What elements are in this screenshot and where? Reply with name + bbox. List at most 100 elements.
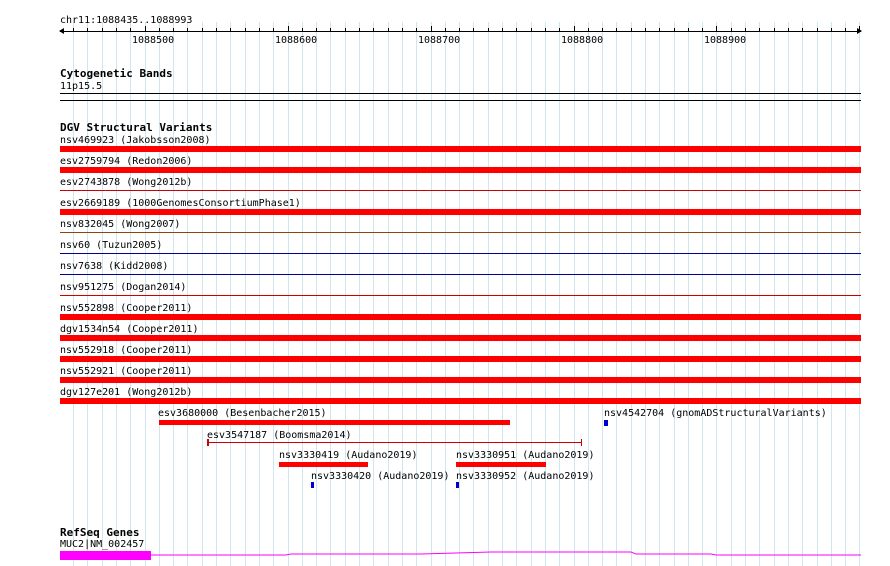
ruler-minor-tick bbox=[545, 28, 546, 32]
ruler-tick-label: 1088700 bbox=[418, 35, 461, 46]
grid-line bbox=[73, 22, 74, 566]
dgv-item-label: nsv3330952 (Audano2019) bbox=[456, 471, 595, 482]
ruler-minor-tick bbox=[259, 28, 260, 32]
grid-line bbox=[230, 22, 231, 566]
dgv-item-bar[interactable] bbox=[311, 482, 314, 488]
ruler-major-tick bbox=[288, 26, 289, 32]
dgv-item-label: nsv7638 (Kidd2008) bbox=[60, 261, 169, 272]
ruler-minor-tick bbox=[802, 28, 803, 32]
grid-line bbox=[145, 22, 146, 566]
dgv-item-label: nsv3330420 (Audano2019) bbox=[311, 471, 450, 482]
dgv-item-span-start-tick bbox=[207, 439, 209, 446]
dgv-item-bar[interactable] bbox=[60, 209, 861, 215]
dgv-track-title: DGV Structural Variants bbox=[60, 121, 213, 134]
grid-line bbox=[845, 22, 846, 566]
ruler-minor-tick bbox=[817, 28, 818, 32]
refseq-gene-label: MUC2|NM_002457 bbox=[60, 539, 145, 550]
ruler-minor-tick bbox=[788, 28, 789, 32]
cytoband-track-title: Cytogenetic Bands bbox=[60, 67, 173, 80]
ruler-major-tick bbox=[859, 26, 860, 32]
ruler-minor-tick bbox=[473, 28, 474, 32]
grid-line bbox=[288, 22, 289, 566]
dgv-item-bar[interactable] bbox=[60, 167, 861, 173]
dgv-item-span-end-tick bbox=[581, 439, 582, 446]
grid-line bbox=[688, 22, 689, 566]
ruler-minor-tick bbox=[616, 28, 617, 32]
dgv-item-label: nsv4542704 (gnomADStructuralVariants) bbox=[604, 408, 827, 419]
dgv-item-bar[interactable] bbox=[279, 462, 368, 467]
ruler-minor-tick bbox=[230, 28, 231, 32]
grid-line bbox=[473, 22, 474, 566]
grid-line bbox=[373, 22, 374, 566]
ruler-minor-tick bbox=[588, 28, 589, 32]
ruler-minor-tick bbox=[388, 28, 389, 32]
dgv-item-bar[interactable] bbox=[60, 295, 861, 296]
ruler-minor-tick bbox=[87, 28, 88, 32]
ruler-minor-tick bbox=[702, 28, 703, 32]
grid-line bbox=[388, 22, 389, 566]
dgv-item-bar[interactable] bbox=[60, 274, 861, 275]
dgv-item-bar[interactable] bbox=[60, 335, 861, 341]
grid-line bbox=[631, 22, 632, 566]
grid-line bbox=[330, 22, 331, 566]
dgv-item-bar[interactable] bbox=[60, 314, 861, 320]
dgv-item-bar[interactable] bbox=[604, 420, 608, 426]
grid-line bbox=[659, 22, 660, 566]
ruler-minor-tick bbox=[445, 28, 446, 32]
ruler-minor-tick bbox=[316, 28, 317, 32]
grid-line bbox=[216, 22, 217, 566]
refseq-gene-intron-line[interactable] bbox=[151, 548, 862, 560]
ruler-minor-tick bbox=[602, 28, 603, 32]
dgv-item-label: nsv951275 (Dogan2014) bbox=[60, 282, 187, 293]
dgv-item-label: nsv469923 (Jakobsson2008) bbox=[60, 135, 211, 146]
dgv-item-bar[interactable] bbox=[456, 462, 546, 467]
dgv-item-bar[interactable] bbox=[60, 356, 861, 362]
grid-line bbox=[574, 22, 575, 566]
dgv-item-bar[interactable] bbox=[60, 253, 861, 254]
cytoband-bar[interactable] bbox=[60, 93, 861, 94]
grid-line bbox=[259, 22, 260, 566]
grid-line bbox=[616, 22, 617, 566]
ruler-minor-tick bbox=[330, 28, 331, 32]
ruler-minor-tick bbox=[373, 28, 374, 32]
ruler-minor-tick bbox=[559, 28, 560, 32]
ruler-minor-tick bbox=[73, 28, 74, 32]
grid-line bbox=[245, 22, 246, 566]
grid-line bbox=[402, 22, 403, 566]
grid-line bbox=[316, 22, 317, 566]
grid-line bbox=[788, 22, 789, 566]
ruler-minor-tick bbox=[359, 28, 360, 32]
grid-line bbox=[559, 22, 560, 566]
dgv-item-span-line[interactable] bbox=[208, 442, 582, 443]
refseq-track-title: RefSeq Genes bbox=[60, 526, 140, 539]
dgv-item-bar[interactable] bbox=[159, 420, 510, 425]
ruler-minor-tick bbox=[116, 28, 117, 32]
ruler-major-tick bbox=[574, 26, 575, 32]
ruler-minor-tick bbox=[731, 28, 732, 32]
grid-line bbox=[202, 22, 203, 566]
grid-line bbox=[187, 22, 188, 566]
ruler-minor-tick bbox=[759, 28, 760, 32]
grid-line bbox=[831, 22, 832, 566]
refseq-gene-exon[interactable] bbox=[60, 551, 151, 560]
grid-line bbox=[488, 22, 489, 566]
ruler-major-tick bbox=[716, 26, 717, 32]
grid-line bbox=[774, 22, 775, 566]
grid-line bbox=[545, 22, 546, 566]
ruler-minor-tick bbox=[173, 28, 174, 32]
cytoband-label: 11p15.5 bbox=[60, 81, 103, 92]
dgv-item-bar[interactable] bbox=[60, 190, 861, 191]
ruler-minor-tick bbox=[245, 28, 246, 32]
dgv-item-label: dgv1534n54 (Cooper2011) bbox=[60, 324, 199, 335]
grid-line bbox=[731, 22, 732, 566]
grid-line bbox=[345, 22, 346, 566]
grid-line bbox=[702, 22, 703, 566]
dgv-item-bar[interactable] bbox=[60, 377, 861, 383]
dgv-item-bar[interactable] bbox=[60, 146, 861, 152]
dgv-item-bar[interactable] bbox=[60, 232, 861, 233]
grid-line bbox=[531, 22, 532, 566]
dgv-item-bar[interactable] bbox=[456, 482, 459, 488]
dgv-item-label: esv3680000 (Besenbacher2015) bbox=[158, 408, 327, 419]
ruler-minor-tick bbox=[502, 28, 503, 32]
dgv-item-bar[interactable] bbox=[60, 398, 861, 404]
